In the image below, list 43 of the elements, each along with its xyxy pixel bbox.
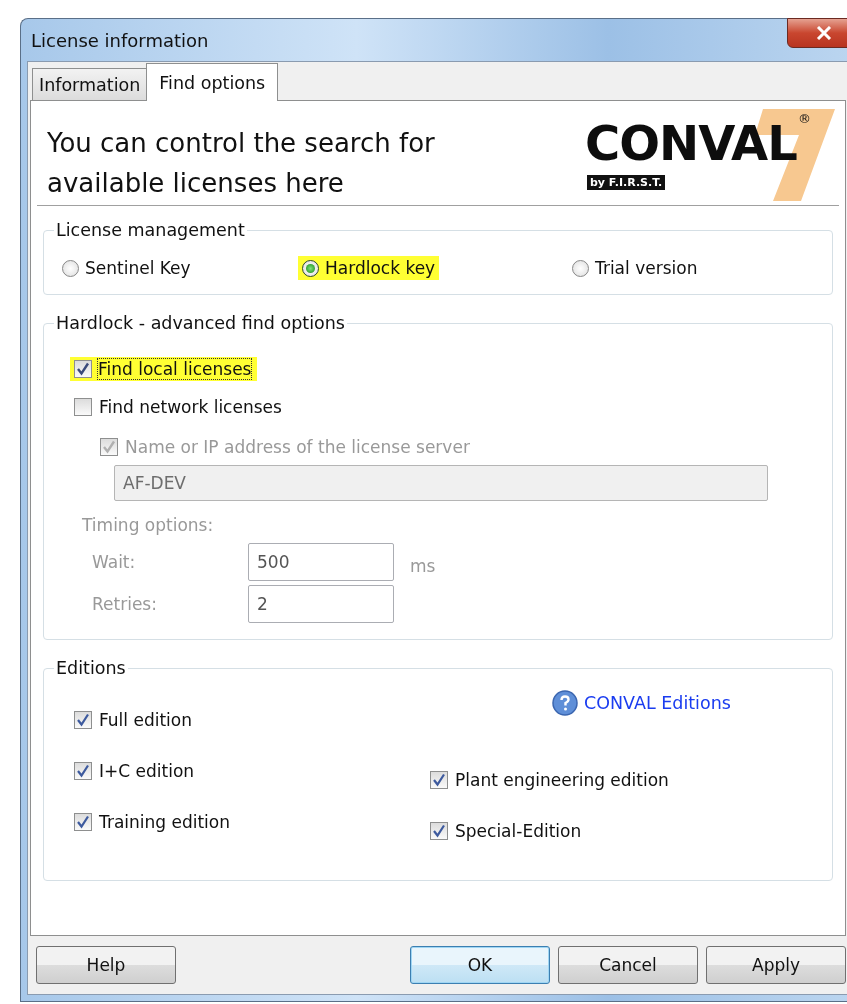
help-icon	[552, 690, 578, 716]
unit-label: ms	[410, 556, 436, 576]
radio-label[interactable]: Hardlock key	[325, 258, 436, 278]
dialog-button[interactable]: OK	[410, 946, 550, 984]
header-text: You can control the search for	[47, 127, 435, 160]
radio-button[interactable]	[62, 259, 79, 277]
checkbox[interactable]	[430, 770, 448, 789]
timing-label: Timing options:	[82, 515, 215, 535]
retries-label: Retries:	[92, 594, 158, 614]
editions-link[interactable]: CONVAL Editions	[584, 693, 731, 713]
checkbox[interactable]	[74, 710, 92, 729]
dialog-button[interactable]: Cancel	[558, 946, 698, 984]
checkbox-label[interactable]: Find local licenses	[98, 359, 252, 379]
checkbox-label[interactable]: I+C edition	[99, 760, 195, 781]
radio-label[interactable]: Trial version	[595, 258, 698, 278]
checkbox-label[interactable]: Find network licenses	[99, 397, 282, 417]
tab[interactable]: Information	[32, 68, 148, 100]
radio-label[interactable]: Sentinel Key	[85, 258, 191, 278]
registered-mark: ®	[798, 111, 811, 126]
group-title: License management	[55, 220, 246, 240]
checkbox[interactable]	[74, 761, 92, 780]
dialog-button[interactable]: Apply	[706, 946, 846, 984]
radio-button[interactable]	[302, 259, 319, 277]
group-title: Editions	[55, 658, 127, 678]
checkbox-label[interactable]: Training edition	[99, 811, 231, 832]
checkbox-label[interactable]: Special-Edition	[455, 820, 582, 841]
wait-label: Wait:	[92, 552, 137, 572]
checkbox[interactable]	[74, 398, 92, 416]
window-title: License information	[30, 29, 209, 51]
tab[interactable]: Find options	[146, 63, 279, 101]
logo-tagline: by F.I.R.S.T.	[587, 175, 666, 190]
close-button[interactable]	[787, 18, 847, 48]
close-icon	[815, 26, 833, 40]
checkbox-label[interactable]: Full edition	[99, 709, 192, 730]
checkbox[interactable]	[74, 812, 92, 831]
checkbox-label[interactable]: Plant engineering edition	[455, 769, 669, 790]
checkbox[interactable]	[430, 821, 448, 840]
checkbox[interactable]	[74, 360, 92, 378]
dialog-button[interactable]: Help	[36, 946, 176, 984]
group-title: Hardlock - advanced find options	[55, 313, 346, 333]
header-text: available licenses here	[47, 167, 345, 200]
logo-wordmark: CONVAL	[585, 115, 797, 171]
radio-button[interactable]	[572, 259, 589, 277]
